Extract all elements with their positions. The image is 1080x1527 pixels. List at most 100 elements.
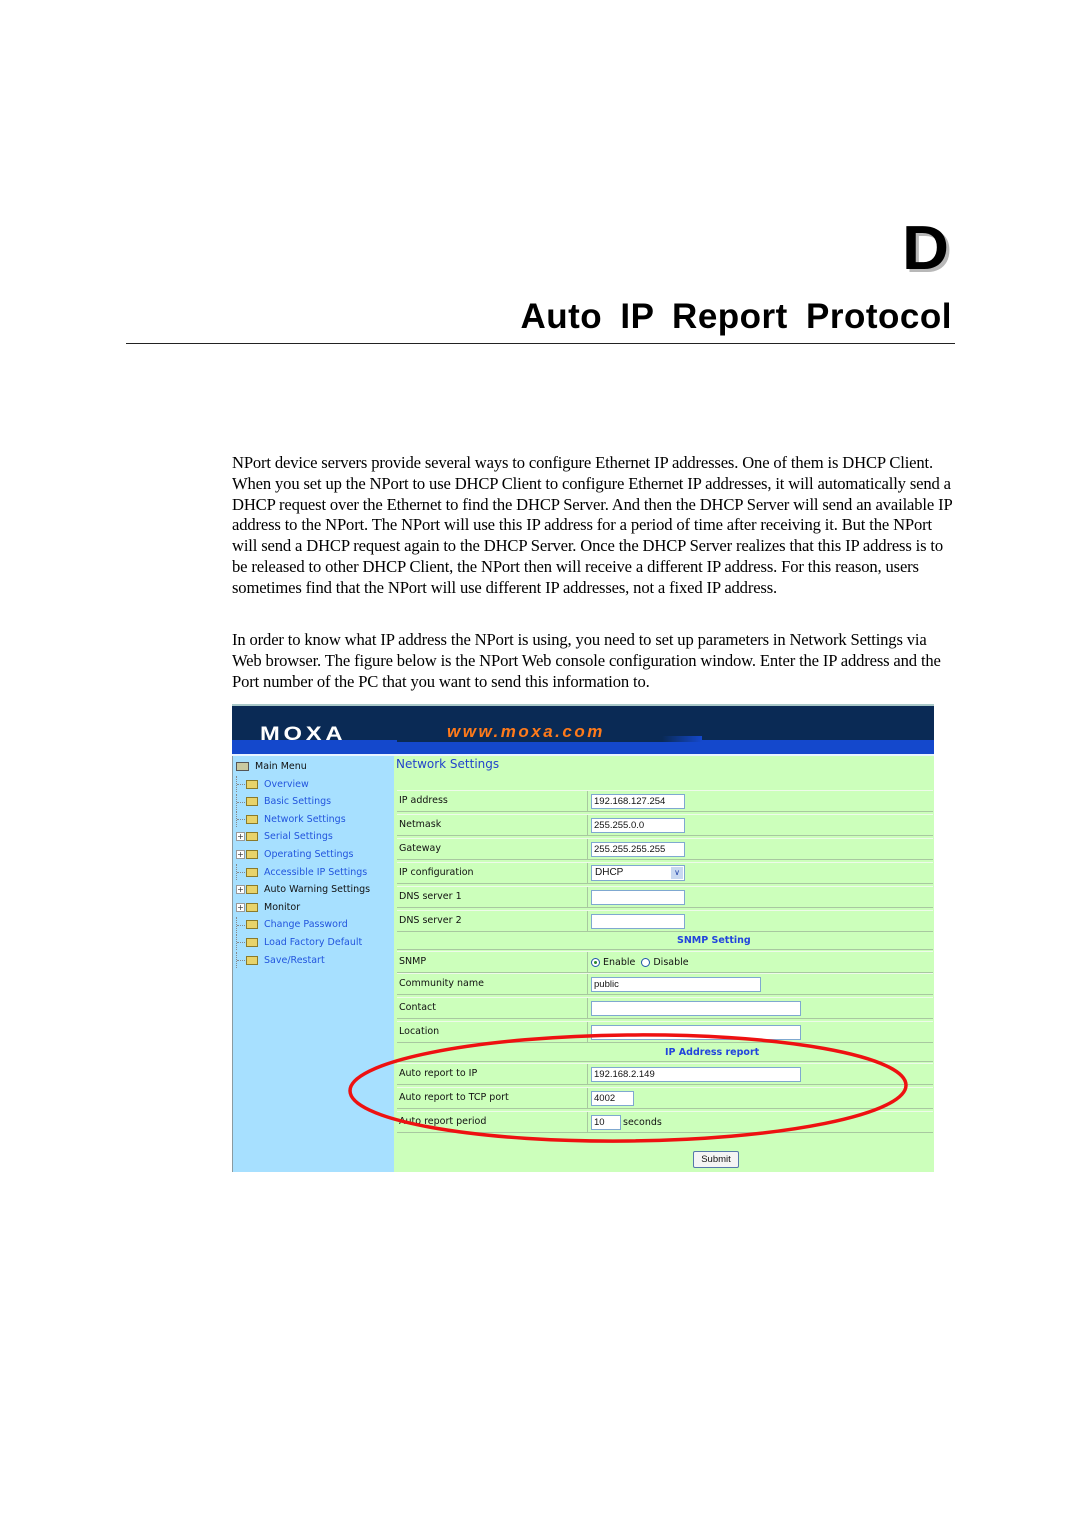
web-console-screenshot: MOXA www.moxa.com Main Menu Overview Basi…	[232, 704, 934, 1172]
netmask-input[interactable]: 255.255.0.0	[591, 817, 685, 833]
folder-icon	[246, 920, 258, 930]
menu-root[interactable]: Main Menu	[236, 758, 307, 774]
auto-report-period-input[interactable]: 10	[591, 1114, 621, 1130]
ip-configuration-select[interactable]: DHCP ∨	[591, 865, 685, 881]
folder-icon	[246, 797, 258, 807]
menu-item-label: Change Password	[264, 919, 348, 931]
expand-icon[interactable]: +	[236, 832, 245, 842]
menu-item-label: Monitor	[264, 901, 301, 913]
folder-icon	[246, 779, 258, 789]
tree-connector	[236, 934, 246, 951]
tree-connector	[236, 916, 246, 933]
folder-icon	[246, 955, 258, 965]
expand-icon[interactable]: +	[236, 902, 245, 912]
network-settings-panel: Network Settings IP address 192.168.127.…	[394, 756, 934, 1172]
ip-configuration-label: IP configuration	[399, 863, 588, 883]
contact-input[interactable]	[591, 1000, 801, 1016]
main-menu-sidebar: Main Menu Overview Basic Settings Network …	[232, 756, 394, 1172]
menu-item-operating-settings[interactable]: + Operating Settings	[236, 846, 353, 862]
gateway-row: Gateway 255.255.255.255	[397, 838, 933, 860]
expand-icon[interactable]: +	[236, 849, 245, 859]
intro-paragraph: NPort device servers provide several way…	[232, 453, 952, 597]
snmp-enable-label[interactable]: Enable	[603, 957, 635, 968]
folder-icon	[246, 902, 258, 912]
snmp-row: SNMP Enable Disable	[397, 951, 933, 973]
menu-item-label: Serial Settings	[264, 831, 333, 843]
dns-server-2-input[interactable]	[591, 913, 685, 929]
gateway-input[interactable]: 255.255.255.255	[591, 841, 685, 857]
menu-item-accessible-ip-settings[interactable]: Accessible IP Settings	[236, 864, 367, 880]
folder-icon	[246, 849, 258, 859]
console-header: MOXA www.moxa.com	[232, 706, 934, 754]
expand-icon[interactable]: +	[236, 885, 245, 895]
location-label: Location	[399, 1022, 588, 1042]
tree-connector	[236, 864, 246, 880]
ip-address-input[interactable]: 192.168.127.254	[591, 793, 685, 809]
auto-report-period-row: Auto report period 10 seconds	[397, 1111, 933, 1133]
menu-item-load-factory-default[interactable]: Load Factory Default	[236, 934, 363, 951]
folder-icon	[246, 867, 258, 877]
menu-item-overview[interactable]: Overview	[236, 776, 309, 792]
dns-server-1-input[interactable]	[591, 889, 685, 905]
location-input[interactable]	[591, 1024, 801, 1040]
menu-root-label: Main Menu	[255, 760, 307, 772]
dns-server-1-label: DNS server 1	[399, 887, 588, 907]
menu-item-label: Auto Warning Settings	[264, 884, 371, 896]
ip-address-label: IP address	[399, 791, 588, 811]
menu-item-serial-settings[interactable]: + Serial Settings	[236, 829, 333, 845]
tree-connector	[236, 793, 246, 810]
moxa-logo: MOXA	[260, 724, 347, 745]
auto-report-period-label: Auto report period	[399, 1112, 588, 1132]
auto-report-tcp-port-row: Auto report to TCP port 4002	[397, 1087, 933, 1109]
auto-report-ip-row: Auto report to IP 192.168.2.149	[397, 1063, 933, 1085]
chapter-title: Auto IP Report Protocol	[520, 297, 952, 336]
title-rule	[126, 343, 955, 344]
menu-item-auto-warning-settings[interactable]: + Auto Warning Settings	[236, 882, 370, 898]
menu-item-label: Save/Restart	[264, 954, 325, 966]
folder-icon	[246, 885, 258, 895]
menu-item-change-password[interactable]: Change Password	[236, 916, 348, 933]
tree-connector	[236, 776, 246, 792]
snmp-disable-label[interactable]: Disable	[653, 957, 688, 968]
ip-address-report-section-header: IP Address report	[397, 1044, 933, 1062]
snmp-disable-radio[interactable]	[641, 957, 651, 967]
period-unit-label: seconds	[623, 1116, 662, 1128]
page-title: Network Settings	[396, 757, 500, 771]
tree-connector	[236, 811, 246, 828]
menu-item-basic-settings[interactable]: Basic Settings	[236, 793, 332, 810]
menu-item-save-restart[interactable]: Save/Restart	[236, 952, 325, 968]
netmask-row: Netmask 255.255.0.0	[397, 814, 933, 836]
instruction-paragraph: In order to know what IP address the NPo…	[232, 630, 941, 691]
auto-report-tcp-port-input[interactable]: 4002	[591, 1090, 634, 1106]
ip-configuration-value: DHCP	[595, 867, 624, 878]
auto-report-ip-input[interactable]: 192.168.2.149	[591, 1066, 801, 1082]
contact-label: Contact	[399, 998, 588, 1018]
dns-server-2-row: DNS server 2	[397, 910, 933, 932]
snmp-enable-radio[interactable]	[591, 957, 600, 967]
auto-report-ip-label: Auto report to IP	[399, 1064, 588, 1084]
community-name-input[interactable]: public	[591, 976, 761, 992]
ip-address-row: IP address 192.168.127.254	[397, 790, 933, 812]
gateway-label: Gateway	[399, 839, 588, 859]
open-folder-icon	[236, 761, 249, 771]
dns-server-2-label: DNS server 2	[399, 911, 588, 931]
auto-report-tcp-port-label: Auto report to TCP port	[399, 1088, 588, 1108]
menu-item-label: Overview	[264, 778, 309, 790]
folder-icon	[246, 814, 258, 824]
chevron-down-icon[interactable]: ∨	[671, 867, 683, 879]
submit-button[interactable]: Submit	[693, 1151, 739, 1168]
menu-item-monitor[interactable]: + Monitor	[236, 899, 300, 915]
menu-item-label: Operating Settings	[264, 848, 354, 860]
chapter-letter: D	[902, 214, 950, 283]
location-row: Location	[397, 1021, 933, 1043]
menu-item-label: Basic Settings	[264, 796, 332, 808]
menu-item-network-settings[interactable]: Network Settings	[236, 811, 346, 828]
snmp-section-header: SNMP Setting	[397, 932, 933, 950]
menu-item-label: Load Factory Default	[264, 936, 363, 948]
netmask-label: Netmask	[399, 815, 588, 835]
moxa-url[interactable]: www.moxa.com	[447, 722, 605, 742]
ip-configuration-row: IP configuration DHCP ∨	[397, 862, 933, 884]
dns-server-1-row: DNS server 1	[397, 886, 933, 908]
community-name-label: Community name	[399, 974, 588, 994]
menu-item-label: Network Settings	[264, 813, 346, 825]
